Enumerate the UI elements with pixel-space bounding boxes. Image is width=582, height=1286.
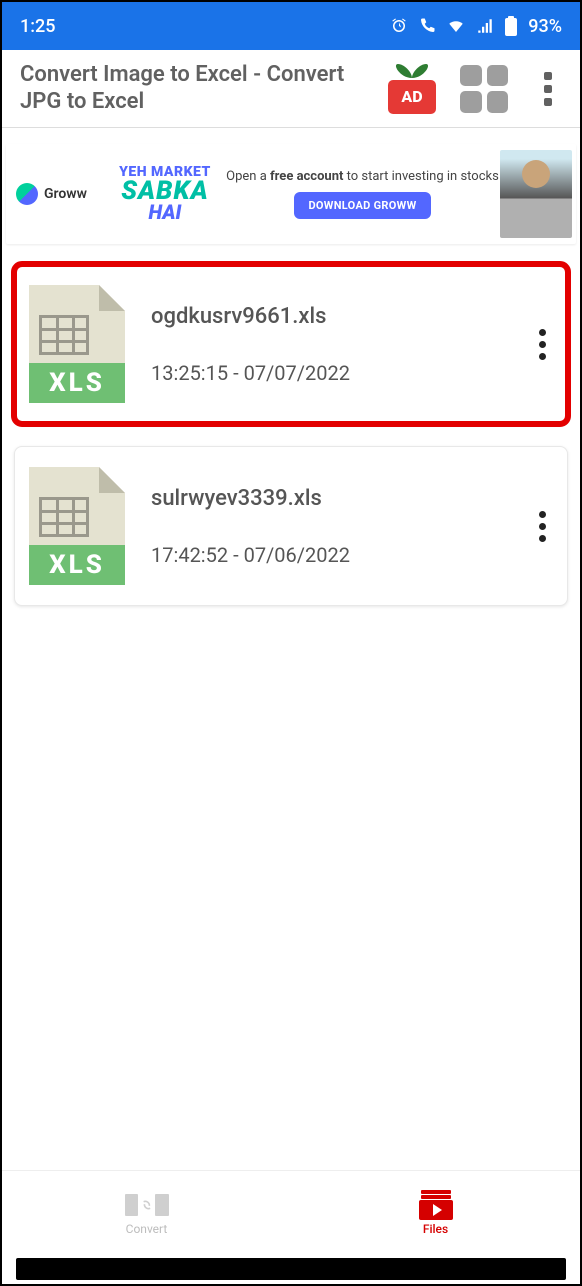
convert-icon: [125, 1190, 169, 1220]
file-card[interactable]: XLS ogdkusrv9661.xls 13:25:15 - 07/07/20…: [14, 264, 568, 424]
app-header: Convert Image to Excel - Convert JPG to …: [2, 50, 580, 128]
nav-convert-label: Convert: [126, 1222, 168, 1236]
grid-view-button[interactable]: [460, 65, 508, 113]
files-list: XLS ogdkusrv9661.xls 13:25:15 - 07/07/20…: [2, 256, 580, 636]
file-menu-button[interactable]: [527, 501, 557, 551]
bottom-nav: Convert Files: [2, 1170, 580, 1254]
ad-banner[interactable]: Groww YEH MARKET SABKA HAI Open a free a…: [6, 144, 576, 244]
xls-file-icon: XLS: [29, 285, 125, 403]
battery-icon: [504, 16, 518, 36]
signal-icon: [476, 17, 494, 35]
ad-person-image: [500, 150, 572, 238]
status-right: 93%: [390, 16, 562, 37]
ad-gift-icon[interactable]: AD: [382, 64, 442, 114]
nav-files-tab[interactable]: Files: [291, 1171, 580, 1254]
status-time: 1:25: [20, 16, 55, 37]
file-card[interactable]: XLS sulrwyev3339.xls 17:42:52 - 07/06/20…: [14, 446, 568, 606]
page-title: Convert Image to Excel - Convert JPG to …: [20, 62, 382, 115]
alarm-icon: [390, 17, 408, 35]
files-icon: [419, 1190, 453, 1220]
ad-brand-logo: Groww: [16, 183, 87, 205]
ad-cta: Open a free account to start investing i…: [225, 169, 500, 219]
system-nav-bar: [16, 1258, 566, 1280]
ad-slogan: YEH MARKET SABKA HAI: [105, 166, 225, 223]
nav-files-label: Files: [423, 1222, 448, 1236]
file-name: ogdkusrv9661.xls: [151, 304, 527, 329]
wifi-icon: [446, 17, 466, 35]
file-timestamp: 13:25:15 - 07/07/2022: [151, 361, 527, 385]
file-name: sulrwyev3339.xls: [151, 486, 527, 511]
status-bar: 1:25 93%: [2, 2, 580, 50]
file-menu-button[interactable]: [527, 319, 557, 369]
nav-convert-tab[interactable]: Convert: [2, 1171, 291, 1254]
phone-icon: [418, 17, 436, 35]
xls-file-icon: XLS: [29, 467, 125, 585]
overflow-menu-button[interactable]: [536, 69, 560, 109]
battery-percent: 93%: [528, 16, 562, 37]
file-timestamp: 17:42:52 - 07/06/2022: [151, 543, 527, 567]
ad-download-button[interactable]: DOWNLOAD GROWW: [294, 192, 430, 219]
